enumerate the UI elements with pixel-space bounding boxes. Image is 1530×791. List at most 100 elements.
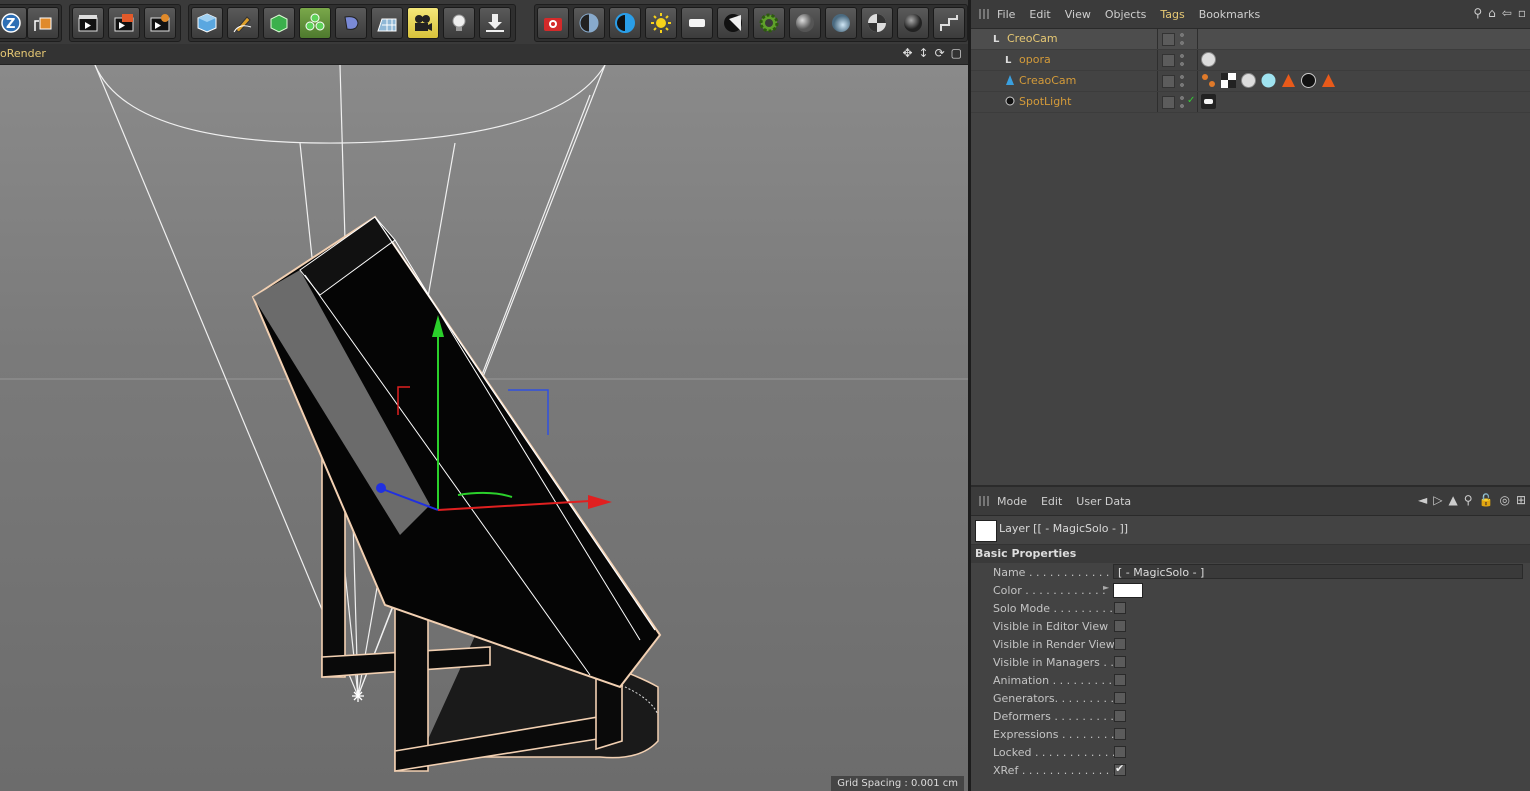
sun-icon[interactable] [645, 7, 677, 39]
property-checkbox[interactable] [1114, 602, 1126, 614]
forward-arrow-icon[interactable]: ▷ [1433, 493, 1442, 507]
area-light-icon[interactable] [681, 7, 713, 39]
spotlight-icon [1005, 95, 1015, 107]
zoom-view-icon[interactable]: ↕ [919, 46, 929, 60]
camera-icon[interactable] [407, 7, 439, 39]
red-camera-icon[interactable] [537, 7, 569, 39]
layer-visibility-icon[interactable] [1162, 96, 1175, 109]
half-circle-icon[interactable] [609, 7, 641, 39]
deformer-icon[interactable] [335, 7, 367, 39]
menu-bookmarks[interactable]: Bookmarks [1199, 8, 1260, 21]
cube-export-icon[interactable] [27, 7, 59, 39]
subdivision-icon[interactable] [263, 7, 295, 39]
layer-visibility-icon[interactable] [1162, 54, 1175, 67]
grip-icon[interactable] [979, 496, 989, 506]
download-scene-icon[interactable] [479, 7, 511, 39]
back-icon[interactable]: ⇦ [1502, 6, 1512, 20]
texture-tag-icon[interactable] [1221, 73, 1236, 88]
property-checkbox[interactable] [1114, 620, 1126, 632]
light-source-point[interactable] [352, 690, 364, 702]
object-row-opora[interactable]: Lopora [971, 50, 1530, 71]
material-tag-icon[interactable] [1201, 52, 1216, 67]
gear-tag-icon[interactable] [753, 7, 785, 39]
render-picture-icon[interactable] [108, 7, 140, 39]
search-icon[interactable]: ⚲ [1473, 6, 1482, 20]
mograph-cloner-icon[interactable] [299, 7, 331, 39]
object-name: CreaoCam [1019, 74, 1077, 87]
menu-edit[interactable]: Edit [1041, 495, 1062, 508]
enabled-check-icon[interactable]: ✓ [1187, 95, 1195, 106]
lock-icon[interactable]: 🔓 [1479, 493, 1494, 507]
sphere-glass-icon[interactable] [825, 7, 857, 39]
name-field[interactable]: [ - MagicSolo - ] [1113, 564, 1523, 579]
menu-edit[interactable]: Edit [1029, 8, 1050, 21]
menu-view[interactable]: View [1065, 8, 1091, 21]
layer-color-swatch[interactable] [975, 520, 997, 542]
object-row-creocam[interactable]: L CreoCam [971, 29, 1530, 50]
menu-file[interactable]: File [997, 8, 1015, 21]
visibility-dots-icon[interactable] [1179, 53, 1185, 67]
layer-visibility-icon[interactable] [1162, 33, 1175, 46]
visibility-dots-icon[interactable] [1179, 32, 1185, 46]
cube-primitive-icon[interactable] [191, 7, 223, 39]
object-row-creaocam[interactable]: CreaoCam [971, 71, 1530, 92]
grip-icon[interactable] [979, 9, 989, 19]
svg-text:L: L [993, 34, 1000, 44]
light-tag-icon[interactable] [1201, 94, 1216, 109]
new-view-icon[interactable]: ⊞ [1516, 493, 1526, 507]
svg-text:Z: Z [6, 17, 15, 32]
maximize-view-icon[interactable]: ▢ [951, 46, 962, 60]
visibility-dots-icon[interactable] [1179, 95, 1185, 109]
property-row: Visible in Managers . . [971, 653, 1530, 671]
phong-tag-icon[interactable] [1281, 73, 1296, 88]
move-view-icon[interactable]: ✥ [902, 46, 912, 60]
spot-light-icon[interactable] [717, 7, 749, 39]
menu-mode[interactable]: Mode [997, 495, 1027, 508]
rotate-view-icon[interactable]: ⟳ [935, 46, 945, 60]
property-checkbox[interactable] [1114, 746, 1126, 758]
menu-tags[interactable]: Tags [1160, 8, 1184, 21]
3d-viewport[interactable]: Grid Spacing : 0.001 cm [0, 65, 968, 791]
menu-user-data[interactable]: User Data [1076, 495, 1131, 508]
floor-icon[interactable] [371, 7, 403, 39]
up-arrow-icon[interactable]: ▲ [1448, 493, 1457, 507]
back-arrow-icon[interactable]: ◄ [1418, 493, 1427, 507]
contrast-icon[interactable] [573, 7, 605, 39]
light-bulb-icon[interactable] [443, 7, 475, 39]
grid-spacing-label: Grid Spacing : 0.001 cm [831, 776, 964, 791]
mograph-tag-icon[interactable] [1201, 73, 1216, 88]
visibility-dots-icon[interactable] [1179, 74, 1185, 88]
object-row-spotlight[interactable]: SpotLight ✓ [971, 92, 1530, 113]
menu-objects[interactable]: Objects [1105, 8, 1147, 21]
sphere-gray-icon[interactable] [789, 7, 821, 39]
property-checkbox[interactable] [1114, 710, 1126, 722]
object-name: CreoCam [1007, 32, 1058, 45]
property-checkbox[interactable] [1114, 674, 1126, 686]
sphere-dark-icon[interactable] [897, 7, 929, 39]
render-settings-icon[interactable] [144, 7, 176, 39]
glass-tag-icon[interactable] [1261, 73, 1276, 88]
property-checkbox[interactable] [1114, 692, 1126, 704]
checker-sphere-icon[interactable] [861, 7, 893, 39]
target-icon[interactable]: ◎ [1499, 493, 1509, 507]
expand-icon[interactable]: ▫ [1518, 6, 1526, 20]
layer-visibility-icon[interactable] [1162, 75, 1175, 88]
search-icon[interactable]: ⚲ [1464, 493, 1473, 507]
color-field[interactable] [1113, 583, 1143, 598]
dark-material-tag-icon[interactable] [1301, 73, 1316, 88]
material-tag-icon[interactable] [1241, 73, 1256, 88]
property-checkbox[interactable] [1114, 762, 1126, 776]
main-toolbar: Z [0, 0, 968, 45]
phong-tag-icon[interactable] [1321, 73, 1336, 88]
connect-icon[interactable] [933, 7, 965, 39]
home-icon[interactable]: ⌂ [1488, 6, 1496, 20]
pen-spline-icon[interactable] [227, 7, 259, 39]
property-checkbox[interactable] [1114, 656, 1126, 668]
property-checkbox[interactable] [1114, 728, 1126, 740]
expand-arrow-icon[interactable]: ► [1103, 583, 1109, 592]
render-view-icon[interactable] [72, 7, 104, 39]
property-checkbox[interactable] [1114, 638, 1126, 650]
basic-properties-header[interactable]: Basic Properties [971, 545, 1530, 563]
lamp-tube [251, 215, 662, 689]
undo-z-icon[interactable]: Z [0, 7, 27, 39]
